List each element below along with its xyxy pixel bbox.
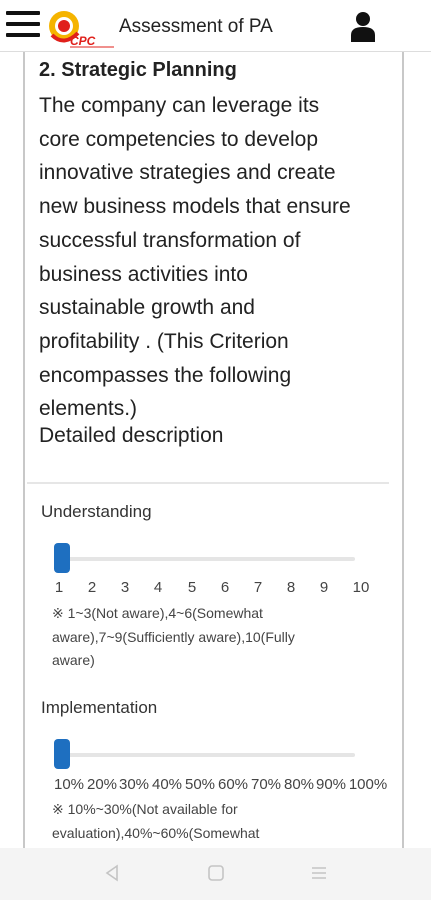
understanding-label: Understanding [41, 502, 152, 521]
tick-label: 2 [87, 579, 97, 596]
system-nav-bar [0, 848, 431, 900]
note-line: ※ 1~3(Not aware),4~6(Somewhat [52, 605, 263, 621]
tick-label: 70% [250, 776, 282, 793]
understanding-tick-labels: 1 2 3 4 5 6 7 8 9 10 [45, 579, 395, 599]
note-line: ※ 10%~30%(Not available for [52, 801, 238, 817]
detailed-description-link[interactable]: Detailed description [39, 424, 223, 448]
home-square-icon[interactable] [207, 864, 225, 887]
cpc-logo: CPC [44, 7, 116, 49]
back-triangle-icon[interactable] [103, 864, 121, 887]
description-line: new business models that ensure [39, 195, 351, 219]
app-title: Assessment of PA [119, 16, 273, 37]
tick-label: 6 [220, 579, 230, 596]
tick-label: 20% [86, 776, 118, 793]
criterion-card: 2. Strategic Planning The company can le… [23, 52, 404, 848]
criterion-description: The company can leverage its core compet… [39, 89, 391, 426]
tick-label: 100% [348, 776, 388, 793]
description-line: innovative strategies and create [39, 161, 336, 185]
tick-label: 3 [120, 579, 130, 596]
criterion-title: 2. Strategic Planning [39, 59, 237, 81]
implementation-note: ※ 10%~30%(Not available for evaluation),… [52, 798, 352, 845]
implementation-tick-labels: 10% 20% 30% 40% 50% 60% 70% 80% 90% 100% [45, 776, 395, 796]
tick-label: 80% [283, 776, 315, 793]
tick-label: 1 [54, 579, 64, 596]
tick-label: 5 [187, 579, 197, 596]
tick-label: 10 [352, 579, 370, 596]
section-divider [27, 482, 389, 484]
tick-label: 40% [151, 776, 183, 793]
note-line: evaluation),40%~60%(Somewhat [52, 824, 260, 841]
tick-label: 30% [118, 776, 150, 793]
description-line: successful transformation of [39, 228, 301, 252]
understanding-note: ※ 1~3(Not aware),4~6(Somewhat aware),7~9… [52, 602, 352, 673]
understanding-slider-track[interactable] [54, 557, 355, 561]
user-profile-icon[interactable] [349, 10, 377, 42]
tick-label: 8 [286, 579, 296, 596]
implementation-label: Implementation [41, 698, 158, 717]
tick-label: 50% [184, 776, 216, 793]
tick-label: 10% [53, 776, 85, 793]
implementation-slider-thumb[interactable] [54, 739, 70, 769]
description-line: elements.) [39, 397, 138, 421]
tick-label: 9 [319, 579, 329, 596]
tick-label: 60% [217, 776, 249, 793]
tick-label: 4 [153, 579, 163, 596]
description-line: core competencies to develop [39, 127, 318, 151]
note-line: aware) [52, 652, 95, 668]
description-line: sustainable growth and [39, 296, 255, 320]
understanding-slider-thumb[interactable] [54, 543, 70, 573]
description-line: encompasses the following [39, 363, 292, 387]
app-header: CPC Assessment of PA [0, 0, 431, 52]
recents-menu-icon[interactable] [310, 864, 328, 887]
tick-label: 7 [253, 579, 263, 596]
svg-text:CPC: CPC [70, 34, 96, 48]
description-line: profitability . (This Criterion [39, 329, 289, 353]
hamburger-menu-icon[interactable] [6, 11, 40, 39]
tick-label: 90% [315, 776, 347, 793]
description-line: The company can leverage its [39, 94, 320, 117]
note-line: aware),7~9(Sufficiently aware),10(Fully [52, 628, 295, 645]
implementation-slider-track[interactable] [54, 753, 355, 757]
description-line: business activities into [39, 262, 248, 286]
